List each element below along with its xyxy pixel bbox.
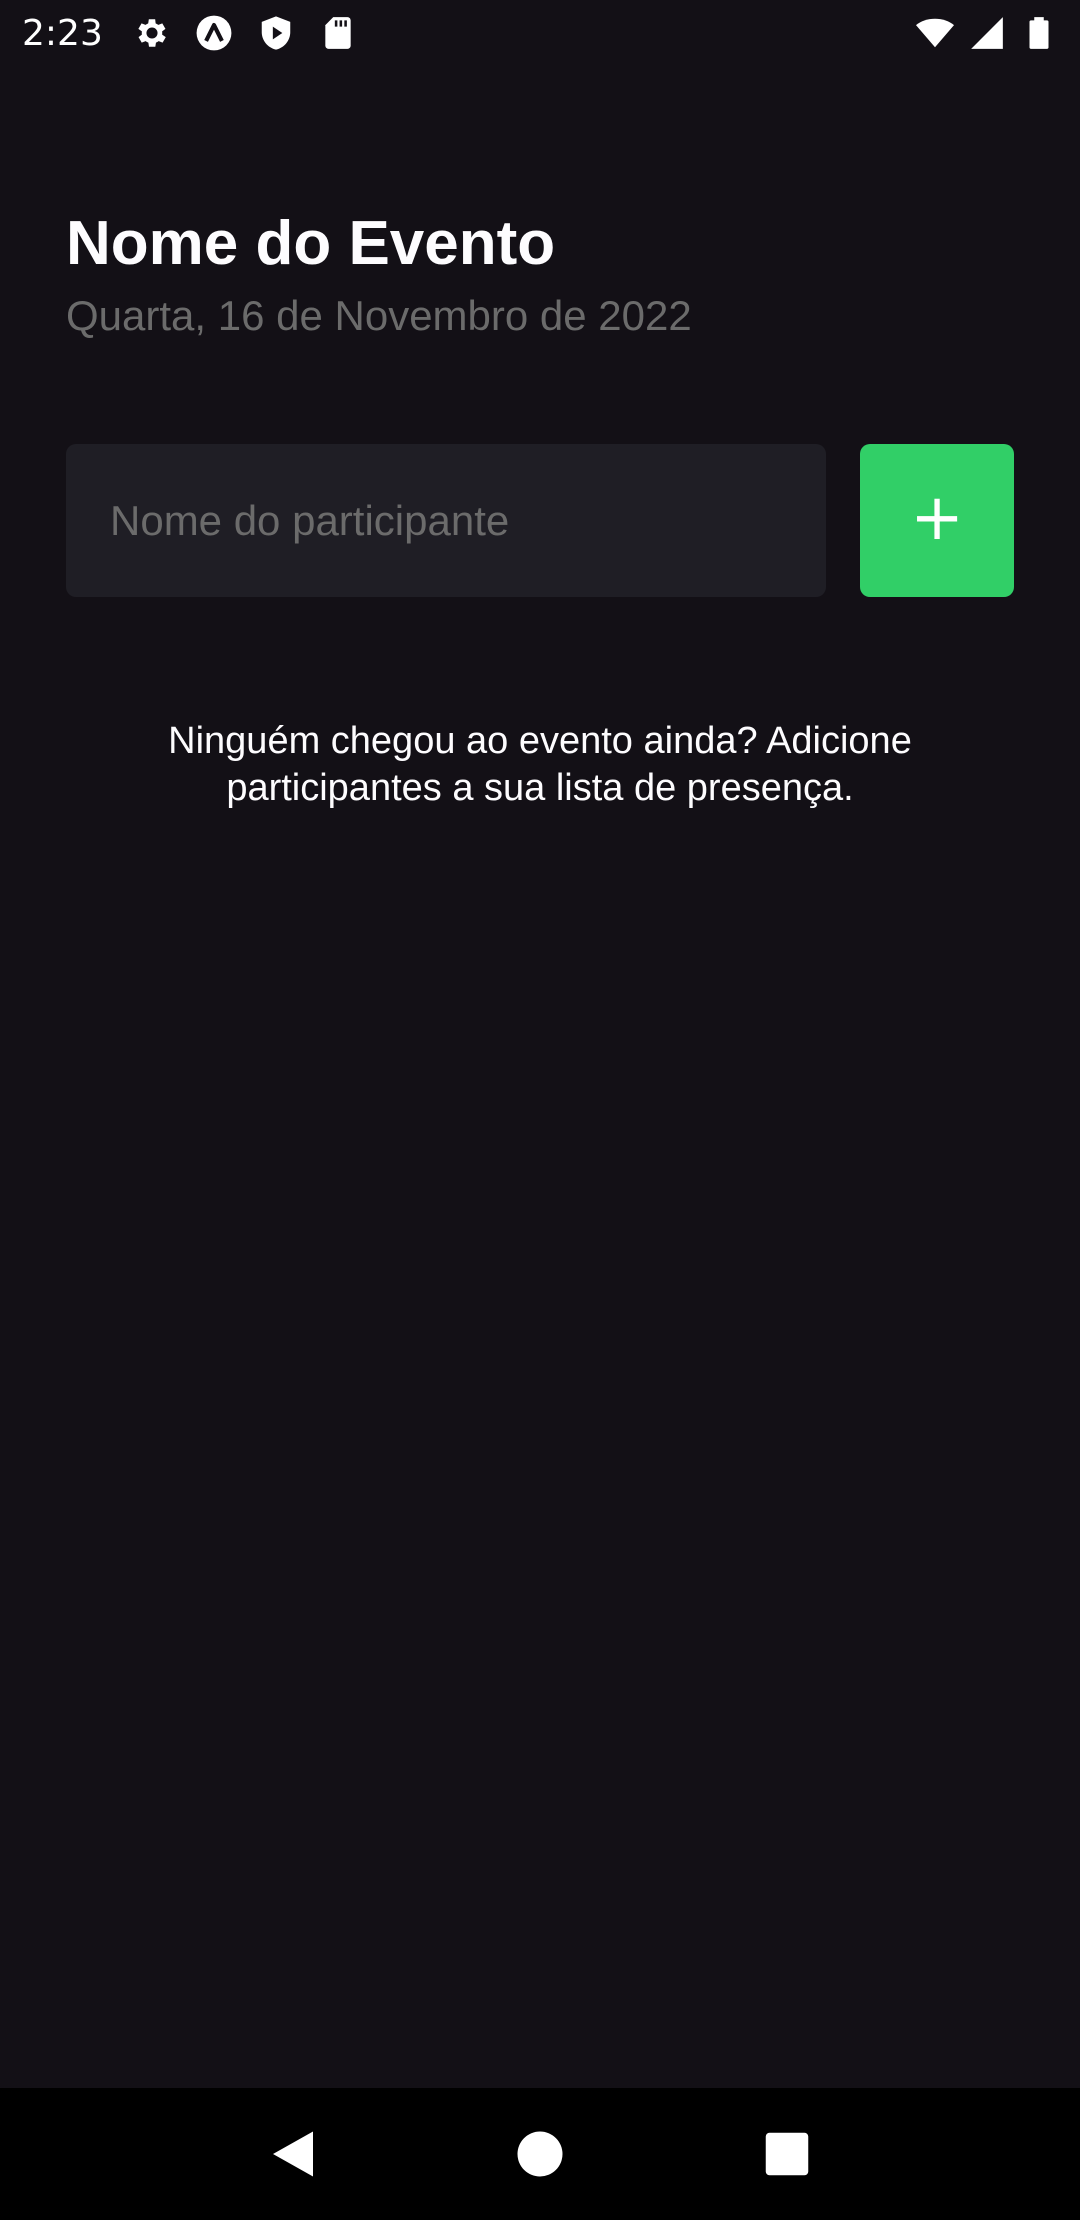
signal-icon [968, 14, 1006, 52]
back-icon[interactable] [263, 2124, 323, 2184]
status-icons-right [916, 14, 1058, 52]
navigation-bar [0, 2088, 1080, 2220]
app-icon [195, 14, 233, 52]
plus-icon: + [910, 480, 964, 555]
wifi-icon [916, 14, 954, 52]
add-participant-button[interactable]: + [860, 444, 1014, 597]
battery-icon [1020, 14, 1058, 52]
event-title: Nome do Evento [66, 209, 556, 278]
sd-card-icon [319, 14, 357, 52]
settings-icon [133, 14, 171, 52]
status-bar: 2:23 [0, 0, 1080, 66]
recents-icon[interactable] [757, 2124, 817, 2184]
status-icons-left [133, 14, 357, 52]
empty-list-message: Ninguém chegou ao evento ainda? Adicione… [168, 720, 912, 809]
participant-name-input[interactable] [66, 444, 826, 597]
status-time: 2:23 [22, 12, 103, 54]
shield-play-icon [257, 14, 295, 52]
home-icon[interactable] [510, 2124, 570, 2184]
event-date: Quarta, 16 de Novembro de 2022 [66, 292, 692, 339]
app-screen: 2:23 Nome do Evento Quarta, 16 de Novemb… [0, 0, 1080, 2220]
